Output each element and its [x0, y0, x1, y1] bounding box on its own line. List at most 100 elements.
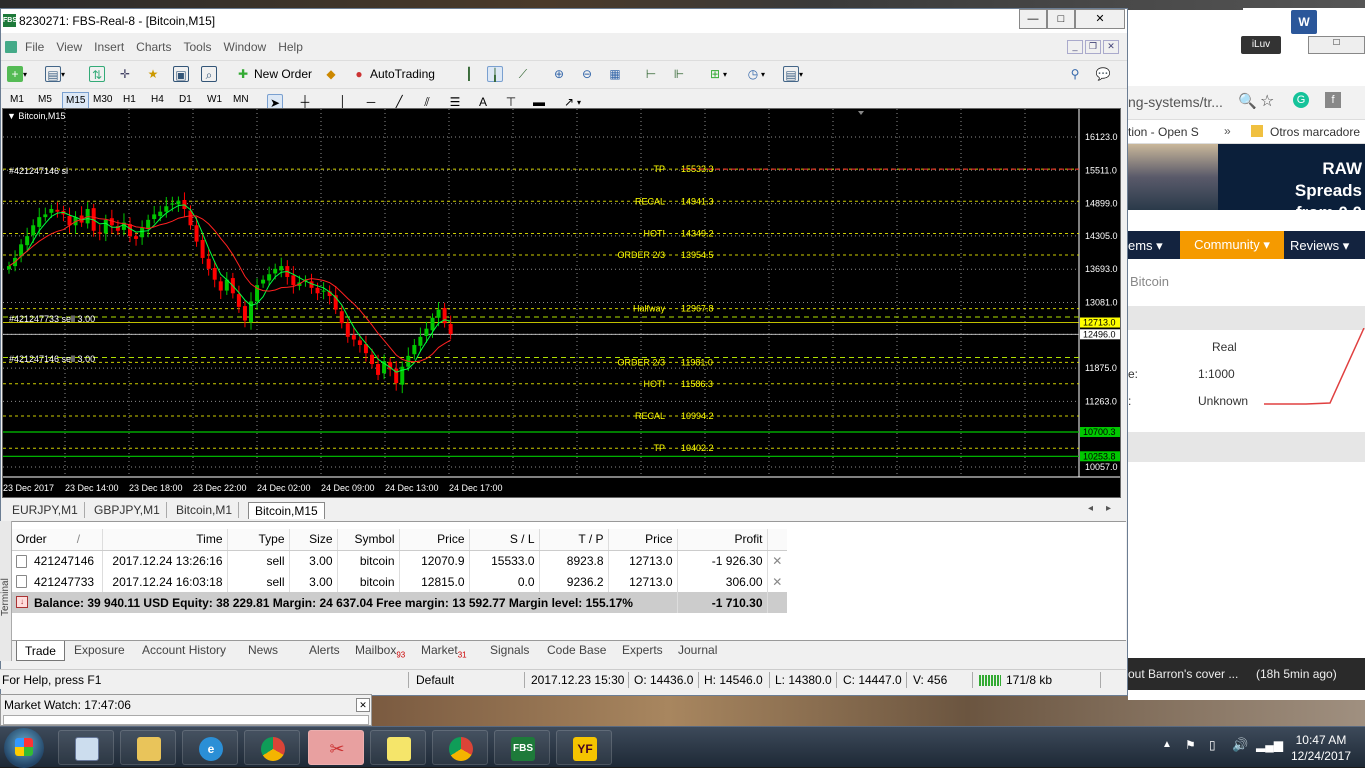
balance-row[interactable]: ↓ Balance: 39 940.11 USD Equity: 38 229.8…: [12, 592, 787, 613]
order-tag[interactable]: #421247146 sl: [9, 166, 68, 176]
menu-tools[interactable]: Tools: [178, 38, 218, 56]
taskbar-explorer[interactable]: [120, 730, 176, 765]
news-ticker[interactable]: out Barron's cover ... (18h 5min ago): [1128, 658, 1365, 690]
menu-file[interactable]: File: [19, 38, 50, 56]
tabs-right-arrow[interactable]: ▸: [1106, 503, 1111, 514]
tray-expand-icon[interactable]: ▲: [1162, 739, 1172, 750]
terminal-tab-exposure[interactable]: Exposure: [74, 643, 125, 657]
browser-restore-button[interactable]: □: [1308, 36, 1365, 54]
chart-tab[interactable]: Bitcoin,M1: [170, 502, 240, 518]
close-order-icon[interactable]: ✕: [767, 571, 787, 592]
profiles-icon[interactable]: ▤: [45, 66, 61, 82]
bookmark-star-icon[interactable]: ☆: [1260, 91, 1274, 111]
profile-name[interactable]: Default: [416, 673, 454, 687]
data-window-icon[interactable]: ✛: [117, 66, 133, 82]
market-watch-icon[interactable]: ⇅: [89, 66, 105, 82]
bookmark-item[interactable]: tion - Open S: [1128, 125, 1199, 139]
terminal-tab-trade[interactable]: Trade: [16, 641, 65, 661]
mdi-close-button[interactable]: ✕: [1103, 40, 1119, 54]
taskbar-chrome-2[interactable]: [432, 730, 488, 765]
new-order-button[interactable]: ✚ New Order: [235, 64, 312, 84]
tile-windows-icon[interactable]: ▦: [607, 66, 623, 82]
terminal-icon[interactable]: ▣: [173, 66, 189, 82]
autotrading-button[interactable]: ● AutoTrading: [351, 64, 435, 84]
menu-charts[interactable]: Charts: [130, 38, 177, 56]
taskbar-chrome[interactable]: [244, 730, 300, 765]
market-watch-close-button[interactable]: ✕: [356, 698, 370, 712]
autoscroll-icon[interactable]: ⊩: [671, 66, 687, 82]
col-current-price[interactable]: Price: [608, 529, 678, 551]
table-row[interactable]: 421247146 2017.12.24 13:26:16 sell 3.00 bitc…: [12, 550, 787, 571]
maximize-button[interactable]: □: [1047, 9, 1075, 29]
col-size[interactable]: Size: [289, 529, 338, 551]
iluv-app[interactable]: iLuv: [1241, 36, 1281, 54]
other-bookmarks[interactable]: Otros marcadore: [1270, 125, 1360, 139]
network-icon[interactable]: ▂▄▆: [1256, 738, 1283, 752]
close-button[interactable]: ✕: [1075, 9, 1125, 29]
terminal-tab-news[interactable]: News: [248, 643, 278, 657]
timeframe-h1[interactable]: H1: [120, 92, 139, 107]
menu-help[interactable]: Help: [272, 38, 309, 56]
terminal-tab-alerts[interactable]: Alerts: [309, 643, 340, 657]
terminal-tab-market[interactable]: Market31: [421, 643, 467, 659]
terminal-tab-account-history[interactable]: Account History: [142, 643, 226, 657]
word-icon[interactable]: W: [1291, 10, 1317, 34]
zoom-icon[interactable]: 🔍: [1238, 92, 1257, 110]
terminal-tab-journal[interactable]: Journal: [678, 643, 717, 657]
facebook-icon[interactable]: f: [1325, 92, 1341, 108]
connection-indicator-icon[interactable]: [979, 675, 1001, 686]
system-clock[interactable]: 10:47 AM 12/24/2017: [1291, 732, 1351, 764]
bookmarks-overflow-icon[interactable]: »: [1224, 124, 1231, 138]
power-icon[interactable]: ▯: [1209, 738, 1216, 752]
terminal-tab-code-base[interactable]: Code Base: [547, 643, 606, 657]
new-chart-icon[interactable]: +: [7, 66, 23, 82]
taskbar-ie[interactable]: e: [182, 730, 238, 765]
col-tp[interactable]: T / P: [539, 529, 609, 551]
chart-tab[interactable]: EURJPY,M1: [6, 502, 85, 518]
timeframe-m1[interactable]: M1: [7, 92, 27, 107]
chart-canvas[interactable]: 16123.0 15511.0 14899.0 14305.0 13693.0 13081…: [3, 109, 1120, 497]
bar-chart-icon[interactable]: ┃: [461, 66, 477, 82]
chat-icon[interactable]: 💬: [1095, 66, 1111, 82]
chart-tab[interactable]: Bitcoin,M15: [248, 502, 325, 519]
search-icon[interactable]: ⚲: [1067, 66, 1083, 82]
zoom-out-icon[interactable]: ⊖: [579, 66, 595, 82]
close-order-icon[interactable]: ✕: [767, 550, 787, 571]
address-bar[interactable]: ng-systems/tr... 🔍 ☆ G f: [1128, 86, 1365, 120]
col-type[interactable]: Type: [227, 529, 290, 551]
col-time[interactable]: Time: [102, 529, 228, 551]
terminal-tab-mailbox[interactable]: Mailbox93: [355, 643, 405, 659]
grammarly-icon[interactable]: G: [1293, 92, 1309, 108]
ad-banner[interactable]: RAW Spreads from 0.0 Pips: [1128, 144, 1365, 244]
periods-icon[interactable]: ◷: [745, 66, 761, 82]
order-tag[interactable]: #421247146 sell 3.00: [9, 354, 95, 364]
taskbar-calculator[interactable]: [58, 730, 114, 765]
nav-community[interactable]: Community ▾: [1180, 231, 1284, 259]
timeframe-m30[interactable]: M30: [90, 92, 115, 107]
taskbar-notes[interactable]: [370, 730, 426, 765]
table-row[interactable]: 421247733 2017.12.24 16:03:18 sell 3.00 bitc…: [12, 571, 787, 592]
timeframe-d1[interactable]: D1: [176, 92, 195, 107]
tabs-left-arrow[interactable]: ◂: [1088, 503, 1093, 514]
nav-reviews[interactable]: Reviews ▾: [1290, 238, 1349, 254]
col-sl[interactable]: S / L: [469, 529, 540, 551]
minimize-button[interactable]: —: [1019, 9, 1047, 29]
menu-window[interactable]: Window: [218, 38, 273, 56]
navigator-icon[interactable]: ★: [145, 66, 161, 82]
templates-icon[interactable]: ▤: [783, 66, 799, 82]
order-tag[interactable]: #421247733 sell 3.00: [9, 314, 95, 324]
start-button[interactable]: [4, 728, 44, 768]
timeframe-mn[interactable]: MN: [230, 92, 252, 107]
timeframe-m5[interactable]: M5: [35, 92, 55, 107]
mdi-minimize-button[interactable]: _: [1067, 40, 1083, 54]
breadcrumb[interactable]: Bitcoin: [1130, 274, 1169, 289]
strategy-tester-icon[interactable]: ⌕: [201, 66, 217, 82]
volume-icon[interactable]: 🔊: [1232, 737, 1248, 753]
col-symbol[interactable]: Symbol: [337, 529, 400, 551]
timeframe-h4[interactable]: H4: [148, 92, 167, 107]
title-bar[interactable]: FBS 8230271: FBS-Real-8 - [Bitcoin,M15] …: [1, 9, 1127, 33]
col-order[interactable]: Order /: [12, 529, 103, 551]
terminal-tab-experts[interactable]: Experts: [622, 643, 663, 657]
price-chart[interactable]: 16123.0 15511.0 14899.0 14305.0 13693.0 13081…: [2, 108, 1121, 498]
indicators-icon[interactable]: ⊞: [707, 66, 723, 82]
